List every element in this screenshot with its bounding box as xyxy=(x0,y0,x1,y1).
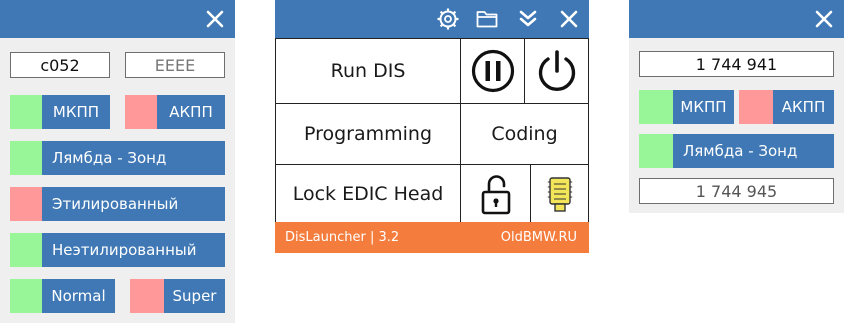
left-titlebar xyxy=(0,0,235,38)
pause-button[interactable] xyxy=(460,38,525,104)
status-indicator-off xyxy=(130,279,164,313)
status-indicator-on xyxy=(10,233,42,267)
mkpp-button[interactable]: МКПП xyxy=(639,90,734,124)
unleaded-button[interactable]: Неэтилированный xyxy=(10,233,225,267)
status-indicator-on xyxy=(639,90,673,124)
right-titlebar xyxy=(629,0,844,38)
mkpp-label: МКПП xyxy=(52,103,100,121)
akpp-button[interactable]: АКПП xyxy=(739,90,834,124)
mkpp-button[interactable]: МКПП xyxy=(10,95,110,129)
lock-edic-head-button[interactable]: Lock EDIC Head xyxy=(275,164,461,223)
lambda-label: Лямбда - Зонд xyxy=(683,142,798,160)
code-field[interactable]: c052 xyxy=(10,52,110,78)
footer-version: DisLauncher | 3.2 xyxy=(285,230,400,245)
power-icon xyxy=(538,50,575,92)
status-indicator-off xyxy=(10,187,42,221)
lambda-button[interactable]: Лямбда - Зонд xyxy=(639,134,834,168)
right-panel: 1 744 941 МКПП АКПП Лямбда - Зонд 1 744 … xyxy=(629,0,844,213)
akpp-button[interactable]: АКПП xyxy=(125,95,225,129)
unleaded-label: Неэтилированный xyxy=(52,241,197,259)
chevrons-down-icon[interactable] xyxy=(516,7,540,31)
close-icon[interactable] xyxy=(557,7,581,31)
status-indicator-on xyxy=(10,95,42,129)
super-button[interactable]: Super xyxy=(130,279,225,313)
akpp-label: АКПП xyxy=(781,98,826,116)
key-button[interactable] xyxy=(530,164,589,223)
programming-button[interactable]: Programming xyxy=(275,103,461,165)
lambda-label: Лямбда - Зонд xyxy=(52,149,167,167)
status-indicator-on xyxy=(10,141,42,175)
power-button[interactable] xyxy=(524,38,589,104)
super-label: Super xyxy=(172,287,217,305)
leaded-label: Этилированный xyxy=(52,195,179,213)
normal-button[interactable]: Normal xyxy=(10,279,115,313)
left-panel: c052 EEEE МКПП АКПП Лямбда - Зонд Этилир… xyxy=(0,0,235,323)
status-footer: DisLauncher | 3.2 OldBMW.RU xyxy=(275,222,589,253)
status-indicator-off xyxy=(739,90,773,124)
unlock-button[interactable] xyxy=(460,164,531,223)
main-titlebar xyxy=(275,0,589,38)
status-indicator-on xyxy=(639,134,673,168)
leaded-button[interactable]: Этилированный xyxy=(10,187,225,221)
code-placeholder-field[interactable]: EEEE xyxy=(125,52,225,78)
mkpp-label: МКПП xyxy=(680,98,727,116)
gear-icon[interactable] xyxy=(436,7,460,31)
status-indicator-off xyxy=(125,95,157,129)
run-dis-button[interactable]: Run DIS xyxy=(275,38,461,104)
value-top-field[interactable]: 1 744 941 xyxy=(639,51,834,77)
key-icon xyxy=(547,176,572,212)
coding-button[interactable]: Coding xyxy=(460,103,589,165)
lambda-button[interactable]: Лямбда - Зонд xyxy=(10,141,225,175)
folder-icon[interactable] xyxy=(475,7,499,31)
status-indicator-on xyxy=(10,279,42,313)
normal-label: Normal xyxy=(51,287,106,305)
pause-icon xyxy=(471,49,514,93)
akpp-label: АКПП xyxy=(169,103,213,121)
footer-site-link[interactable]: OldBMW.RU xyxy=(501,230,577,245)
main-window: Run DIS Programming Coding Lock EDIC Hea… xyxy=(275,0,589,253)
unlock-icon xyxy=(481,174,510,214)
close-icon[interactable] xyxy=(203,7,227,31)
close-icon[interactable] xyxy=(812,7,836,31)
value-bottom-field[interactable]: 1 744 945 xyxy=(639,178,834,204)
